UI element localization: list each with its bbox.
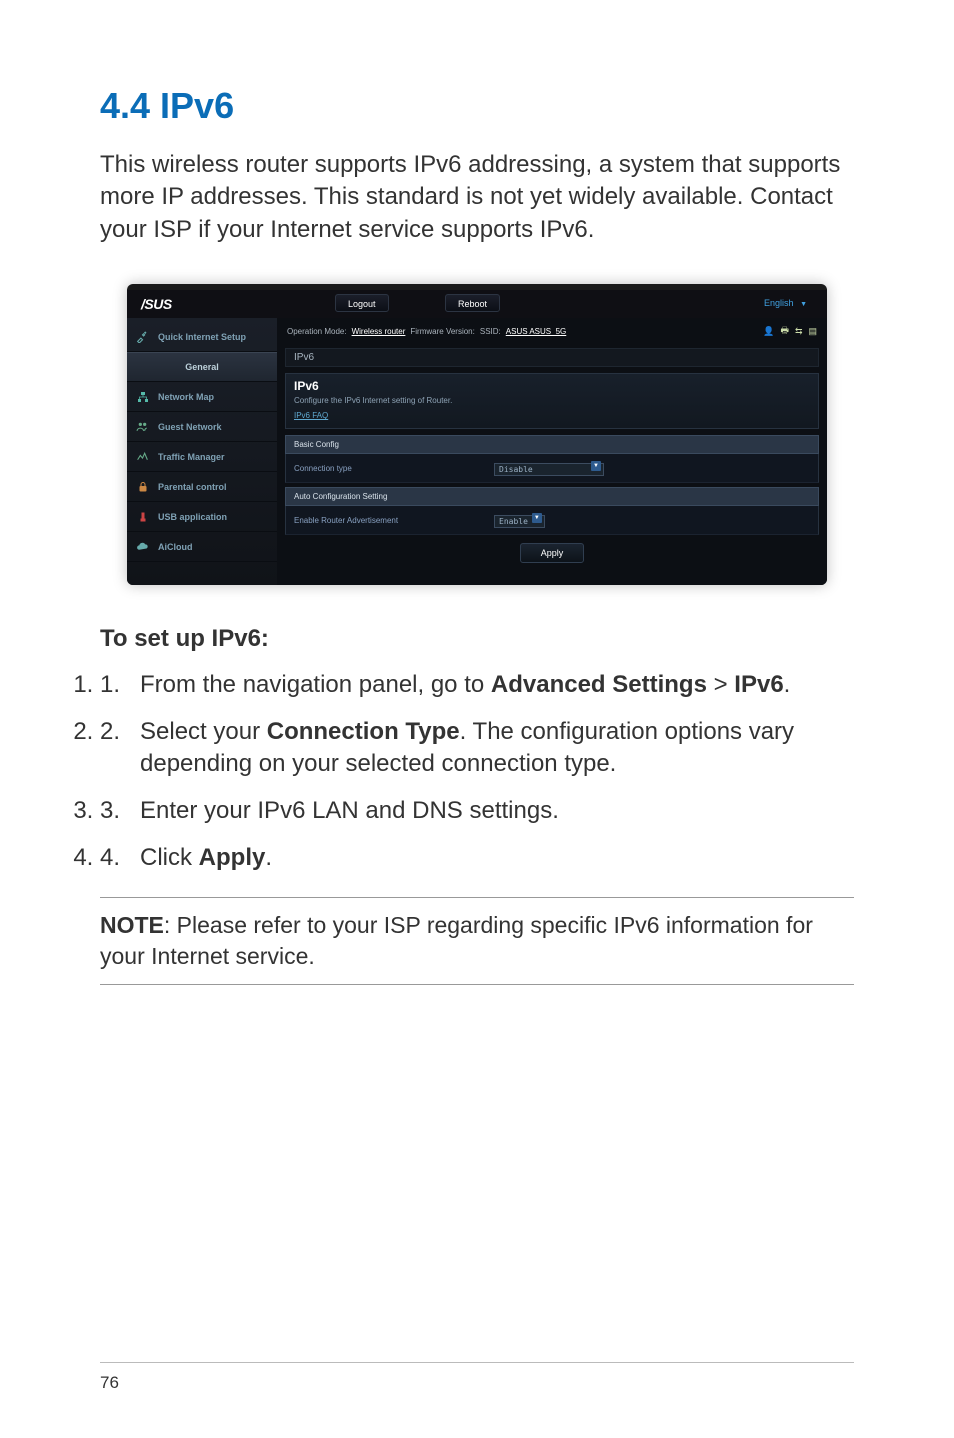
sidebar-label: Traffic Manager <box>158 452 225 462</box>
user-icon[interactable]: 👤 <box>763 326 774 337</box>
note-text: : Please refer to your ISP regarding spe… <box>100 912 813 969</box>
basic-config-header: Basic Config <box>285 435 819 454</box>
ipv6-panel: IPv6 Configure the IPv6 Internet setting… <box>285 373 819 429</box>
op-mode-label: Operation Mode: <box>287 327 347 336</box>
asus-logo: /SUS <box>127 296 172 312</box>
language-dropdown[interactable]: English ▼ <box>752 294 819 312</box>
step-2: Select your Connection Type. The configu… <box>100 716 854 778</box>
cloud-icon <box>135 539 150 554</box>
sidebar-label: Guest Network <box>158 422 222 432</box>
sidebar-item-qis[interactable]: Quick Internet Setup <box>127 322 277 352</box>
connection-type-label: Connection type <box>294 464 494 473</box>
sidebar-item-network-map[interactable]: Network Map <box>127 382 277 412</box>
step-3: Enter your IPv6 LAN and DNS settings. <box>100 795 854 826</box>
ssid-value[interactable]: ASUS ASUS_5G <box>506 327 566 336</box>
info-bar: Operation Mode: Wireless router Firmware… <box>277 318 827 344</box>
connection-type-row: Connection type Disable ▼ <box>285 454 819 483</box>
breadcrumb: IPv6 <box>285 348 819 367</box>
sidebar-label: Parental control <box>158 482 227 492</box>
topbar: /SUS Logout Reboot English ▼ <box>127 290 827 318</box>
wand-icon <box>135 329 150 344</box>
footer-rule <box>100 1362 854 1363</box>
intro-paragraph: This wireless router supports IPv6 addre… <box>100 149 854 246</box>
ssid-label: SSID: <box>480 327 501 336</box>
sidebar-label: AiCloud <box>158 542 193 552</box>
usb-icon <box>135 509 150 524</box>
sidebar-item-traffic-manager[interactable]: Traffic Manager <box>127 442 277 472</box>
connection-type-select[interactable]: Disable <box>494 463 604 476</box>
sidebar-item-aicloud[interactable]: AiCloud <box>127 532 277 562</box>
note-box: NOTE: Please refer to your ISP regarding… <box>100 897 854 985</box>
wifi-icon[interactable]: ⇆ <box>795 326 803 337</box>
main-panel: Operation Mode: Wireless router Firmware… <box>277 318 827 585</box>
chevron-down-icon: ▼ <box>591 461 601 471</box>
sidebar-label: USB application <box>158 512 227 522</box>
logout-button[interactable]: Logout <box>335 294 389 312</box>
people-icon <box>135 419 150 434</box>
chevron-down-icon: ▼ <box>800 301 807 308</box>
router-adv-row: Enable Router Advertisement Enable ▼ <box>285 506 819 535</box>
router-adv-label: Enable Router Advertisement <box>294 516 494 525</box>
sidebar: Quick Internet Setup General Network Map… <box>127 318 277 585</box>
fw-label: Firmware Version: <box>410 327 474 336</box>
auto-config-header: Auto Configuration Setting <box>285 487 819 506</box>
traffic-icon <box>135 449 150 464</box>
sidebar-item-guest-network[interactable]: Guest Network <box>127 412 277 442</box>
sidebar-item-usb-application[interactable]: USB application <box>127 502 277 532</box>
network-icon <box>135 389 150 404</box>
step-4: Click Apply. <box>100 842 854 873</box>
lock-icon <box>135 479 150 494</box>
steps-list: From the navigation panel, go to Advance… <box>100 669 854 873</box>
sidebar-label: Network Map <box>158 392 214 402</box>
sidebar-label: Quick Internet Setup <box>158 332 246 342</box>
page-number: 76 <box>100 1373 119 1393</box>
disk-icon[interactable]: ▤ <box>808 326 817 337</box>
note-label: NOTE <box>100 912 164 938</box>
apply-button[interactable]: Apply <box>520 543 585 563</box>
faq-link[interactable]: IPv6 FAQ <box>294 411 328 420</box>
sidebar-item-parental-control[interactable]: Parental control <box>127 472 277 502</box>
panel-title: IPv6 <box>294 379 810 393</box>
router-admin-screenshot: /SUS Logout Reboot English ▼ Quick Inter… <box>127 284 827 585</box>
printer-icon[interactable]: 🖶 <box>780 323 789 339</box>
reboot-button[interactable]: Reboot <box>445 294 500 312</box>
panel-subtitle: Configure the IPv6 Internet setting of R… <box>294 396 810 405</box>
section-heading: 4.4 IPv6 <box>100 85 854 127</box>
language-label: English <box>764 298 794 308</box>
chevron-down-icon: ▼ <box>532 513 542 523</box>
instructions-heading: To set up IPv6: <box>100 625 854 653</box>
step-1: From the navigation panel, go to Advance… <box>100 669 854 700</box>
op-mode-value[interactable]: Wireless router <box>352 327 406 336</box>
sidebar-heading-general: General <box>127 352 277 382</box>
